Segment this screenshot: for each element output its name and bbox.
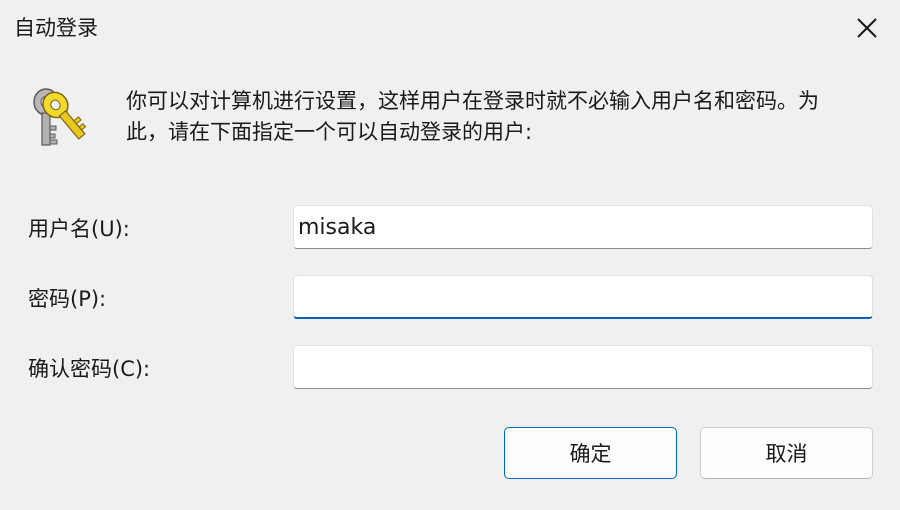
password-label: 密码(P): <box>28 287 107 311</box>
username-label: 用户名(U): <box>28 217 130 241</box>
confirm-password-label: 确认密码(C): <box>28 357 151 381</box>
password-input[interactable] <box>293 275 873 319</box>
instructions-text: 你可以对计算机进行设置，这样用户在登录时就不必输入用户名和密码。为此，请在下面指… <box>126 89 819 144</box>
title-bar: 自动登录 <box>0 0 900 58</box>
window-title: 自动登录 <box>14 16 98 40</box>
cancel-button[interactable]: 取消 <box>700 427 873 479</box>
username-input[interactable] <box>293 205 873 249</box>
close-button[interactable] <box>844 8 890 48</box>
auto-logon-dialog: 自动登录 你可以对计算机进行设置，这样用户在登录时就不必输入用户名和密码。为此，… <box>0 0 900 510</box>
close-icon <box>857 18 877 38</box>
keys-icon <box>24 82 94 152</box>
ok-button[interactable]: 确定 <box>504 427 677 479</box>
confirm-password-input[interactable] <box>293 345 873 389</box>
